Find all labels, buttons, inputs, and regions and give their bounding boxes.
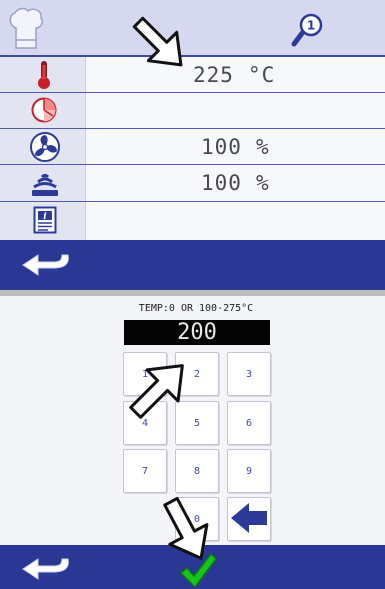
timer-row[interactable] — [0, 93, 385, 129]
fan-row[interactable]: 100% — [0, 129, 385, 165]
range-label: TEMP:0 OR 100-275°C — [138, 303, 254, 314]
key-9[interactable]: 9 — [227, 449, 271, 493]
key-8[interactable]: 8 — [175, 449, 219, 493]
humidity-row[interactable]: 100% — [0, 165, 385, 201]
value-display: 200 — [124, 320, 270, 345]
key-7[interactable]: 7 — [123, 449, 167, 493]
backspace-button[interactable] — [227, 497, 271, 541]
footer-bar — [0, 240, 385, 290]
thermometer-icon — [34, 59, 54, 95]
timer-icon — [30, 96, 58, 128]
svg-text:i: i — [43, 212, 47, 222]
key-6[interactable]: 6 — [227, 401, 271, 445]
return-arrow-icon[interactable] — [20, 252, 72, 282]
fan-speed-value: 100% — [201, 135, 270, 159]
header-bar: 1 — [0, 0, 385, 57]
key-3[interactable]: 3 — [227, 352, 271, 396]
key-5[interactable]: 5 — [175, 401, 219, 445]
key-1[interactable]: 1 — [123, 352, 167, 396]
return-arrow-icon[interactable] — [20, 556, 72, 586]
fan-icon — [29, 131, 61, 167]
checkmark-icon[interactable] — [178, 551, 218, 589]
keypad-screen: TEMP:0 OR 100-275°C 200 1 2 3 4 5 6 7 8 … — [0, 296, 385, 589]
backspace-arrow-icon — [229, 501, 269, 538]
humidity-icon — [30, 170, 60, 202]
temperature-row[interactable]: 225 °C — [0, 57, 385, 93]
chef-hat-icon[interactable] — [6, 6, 46, 54]
key-0[interactable]: 0 — [175, 497, 219, 541]
search-badge: 1 — [307, 19, 315, 33]
key-4[interactable]: 4 — [123, 401, 167, 445]
info-row[interactable]: i — [0, 202, 385, 238]
temperature-value: 225 °C — [193, 63, 276, 87]
search-icon[interactable]: 1 — [289, 12, 329, 52]
humidity-value: 100% — [201, 171, 270, 195]
settings-screen: 1 225 °C 100 % 100 % i — [0, 0, 385, 290]
info-icon: i — [33, 206, 57, 238]
footer-bar — [0, 545, 385, 589]
key-2[interactable]: 2 — [175, 352, 219, 396]
